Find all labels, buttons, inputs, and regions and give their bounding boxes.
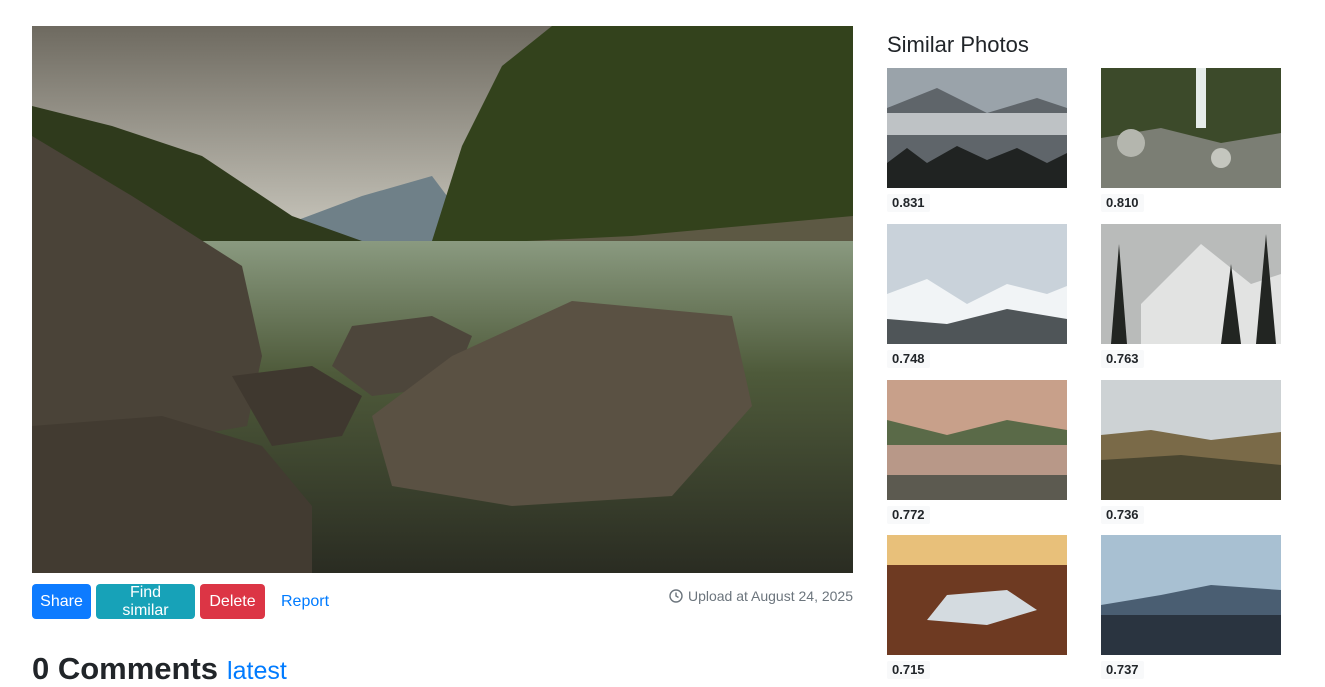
upload-date: Upload at August 24, 2025	[669, 586, 853, 606]
upload-date-text: Upload at August 24, 2025	[687, 588, 853, 604]
similar-photo-thumbnail[interactable]	[887, 68, 1067, 188]
clock-icon	[669, 589, 683, 603]
similar-photo-thumbnail[interactable]	[1101, 68, 1281, 188]
comments-count: 0 Comments	[32, 651, 219, 686]
find-similar-button[interactable]: Find similar	[96, 584, 195, 619]
report-link[interactable]: Report	[270, 584, 340, 619]
similarity-score: 0.772	[887, 506, 930, 524]
latest-link[interactable]: latest	[227, 657, 287, 686]
comments-header: 0 Comments latest	[32, 651, 287, 687]
similarity-score: 0.763	[1101, 350, 1144, 368]
similarity-score: 0.810	[1101, 194, 1144, 212]
delete-button[interactable]: Delete	[200, 584, 265, 619]
main-photo	[32, 26, 853, 573]
similar-photo-thumbnail[interactable]	[1101, 380, 1281, 500]
similar-photo-thumbnail[interactable]	[887, 224, 1067, 344]
similarity-score: 0.748	[887, 350, 930, 368]
similar-photo-thumbnail[interactable]	[887, 535, 1067, 655]
share-button[interactable]: Share	[32, 584, 91, 619]
similarity-score: 0.737	[1101, 661, 1144, 679]
similar-photo-thumbnail[interactable]	[887, 380, 1067, 500]
similarity-score: 0.831	[887, 194, 930, 212]
similarity-score: 0.736	[1101, 506, 1144, 524]
similar-photos-title: Similar Photos	[887, 32, 1029, 57]
photo-actions: Share Find similar Delete Report	[32, 584, 345, 619]
similar-photo-thumbnail[interactable]	[1101, 535, 1281, 655]
similarity-score: 0.715	[887, 661, 930, 679]
similar-photo-thumbnail[interactable]	[1101, 224, 1281, 344]
